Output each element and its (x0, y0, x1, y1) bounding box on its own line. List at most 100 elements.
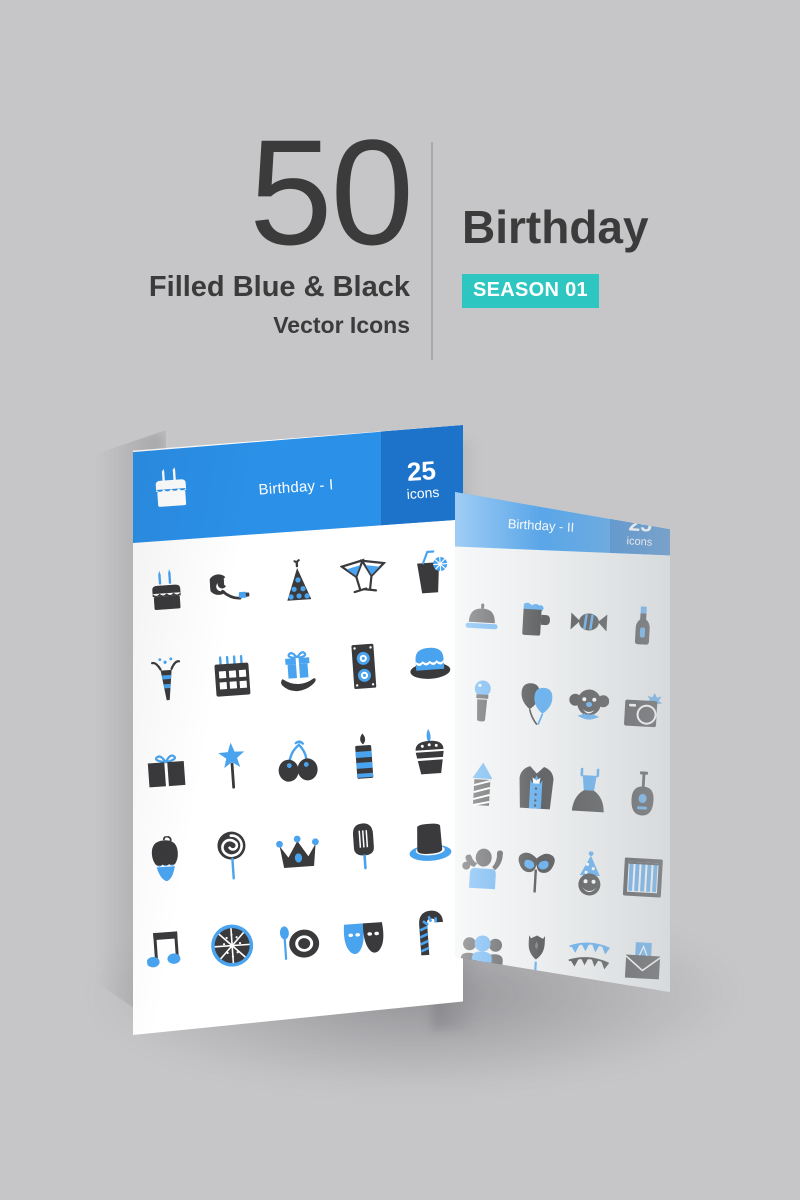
icon-cell[interactable] (506, 575, 564, 663)
icon-cell[interactable] (506, 743, 564, 831)
card-1-count: 25 icons (405, 455, 440, 503)
music-note-icon (146, 931, 181, 968)
masquerade-mask-icon (518, 852, 555, 893)
icon-cell[interactable] (614, 665, 670, 753)
crown-icon (276, 835, 319, 869)
icon-cell[interactable] (394, 622, 463, 702)
party-hat-icon (287, 558, 312, 601)
headline-subtitle-style: Filled Blue & Black (148, 271, 410, 303)
icon-cell[interactable] (133, 640, 202, 720)
icon-cell[interactable] (455, 572, 511, 660)
icon-cell[interactable] (197, 545, 268, 625)
card-2-count: 25 icons (626, 512, 653, 549)
icon-cell[interactable] (455, 656, 511, 744)
magic-wand-icon (218, 742, 245, 789)
balloons-icon (521, 682, 552, 725)
gift-in-hand-icon (280, 651, 316, 692)
icon-cell[interactable] (262, 901, 333, 981)
theater-masks-icon (343, 922, 384, 955)
icon-cell[interactable] (560, 830, 618, 918)
cake-slice-icon (410, 647, 451, 679)
icon-cell[interactable] (394, 802, 463, 882)
icon-cell[interactable] (262, 721, 333, 801)
icon-cell[interactable] (133, 820, 202, 900)
season-badge: SEASON 01 (462, 274, 599, 308)
gift-box-icon (147, 754, 186, 788)
headline-left: 50 Filled Blue & Black Vector Icons (120, 108, 420, 339)
firework-rocket-icon (472, 762, 493, 806)
lollipop-icon (217, 831, 246, 880)
card-birthday-2[interactable]: Birthday - II 25 icons (455, 492, 670, 992)
cocktail-glasses-icon (339, 558, 387, 594)
icon-cell[interactable] (560, 746, 618, 834)
icon-cell[interactable] (328, 896, 399, 976)
candle-icon (355, 733, 374, 779)
party-clown-icon (578, 850, 601, 896)
icon-cell[interactable] (262, 541, 333, 621)
icon-cell[interactable] (614, 833, 670, 921)
candy-cane-icon (419, 910, 444, 956)
piano-frame-icon (623, 857, 663, 897)
camera-icon (624, 692, 663, 727)
icon-cell[interactable] (197, 905, 268, 985)
icon-cell[interactable] (506, 659, 564, 747)
party-blower-icon (208, 574, 250, 600)
microphone-icon (474, 680, 491, 721)
guitar-icon (631, 770, 654, 815)
icon-cell[interactable] (197, 635, 268, 715)
headline-block: 50 Filled Blue & Black Vector Icons Birt… (0, 108, 800, 370)
icon-cell[interactable] (455, 740, 511, 828)
icon-cell[interactable] (560, 662, 618, 750)
birthday-cake-icon (152, 568, 181, 610)
icon-cell[interactable] (394, 712, 463, 792)
icon-cell[interactable] (133, 550, 202, 630)
calendar-icon (214, 654, 251, 697)
headline-divider (431, 142, 433, 360)
card-2-icon-grid (455, 574, 670, 992)
wrapped-candy-icon (570, 612, 608, 631)
tuxedo-icon (519, 765, 554, 809)
page-title: Birthday (462, 201, 649, 253)
icon-cell[interactable] (614, 581, 670, 669)
icon-cell[interactable] (197, 725, 268, 805)
icon-cell[interactable] (506, 827, 564, 915)
cupcake-icon (415, 728, 444, 775)
headline-right: Birthday SEASON 01 (462, 202, 649, 308)
icon-cell[interactable] (394, 892, 463, 972)
icon-cell[interactable] (614, 749, 670, 837)
clown-face-icon (569, 689, 610, 720)
icon-cell[interactable] (455, 824, 511, 912)
icon-cell[interactable] (394, 532, 463, 612)
icon-cell[interactable] (197, 815, 268, 895)
bunting-flags-icon (568, 942, 611, 969)
icon-cell[interactable] (328, 806, 399, 886)
speaker-icon (351, 643, 377, 690)
juice-glass-icon (417, 550, 448, 594)
icon-cell[interactable] (262, 631, 333, 711)
card-1-icon-grid (133, 536, 463, 1035)
pie-icon (211, 924, 254, 967)
icon-cell[interactable] (328, 536, 399, 616)
party-popper-icon (150, 657, 181, 701)
icon-cell[interactable] (328, 716, 399, 796)
food-cloche-icon (465, 603, 498, 629)
headline-subtitle-type: Vector Icons (273, 312, 410, 338)
birthday-cake-icon (155, 467, 187, 507)
cherries-icon (278, 740, 318, 782)
icon-cell[interactable] (328, 626, 399, 706)
dress-icon (572, 767, 605, 812)
icon-cell[interactable] (133, 730, 202, 810)
dancing-person-icon (462, 848, 503, 889)
icon-cell[interactable] (262, 811, 333, 891)
beer-mug-icon (521, 602, 550, 636)
popsicle-icon (353, 823, 374, 870)
invitation-envelope-icon (625, 941, 661, 979)
top-hat-icon (409, 823, 452, 861)
card-birthday-1[interactable]: Birthday - I 25 icons (133, 425, 463, 1035)
icon-cell[interactable] (133, 910, 202, 990)
icon-cell[interactable] (560, 578, 618, 666)
bottle-icon (635, 605, 650, 645)
icon-count-number: 50 (249, 108, 414, 276)
balloon-icon (150, 835, 178, 882)
icon-cell[interactable] (614, 917, 670, 992)
